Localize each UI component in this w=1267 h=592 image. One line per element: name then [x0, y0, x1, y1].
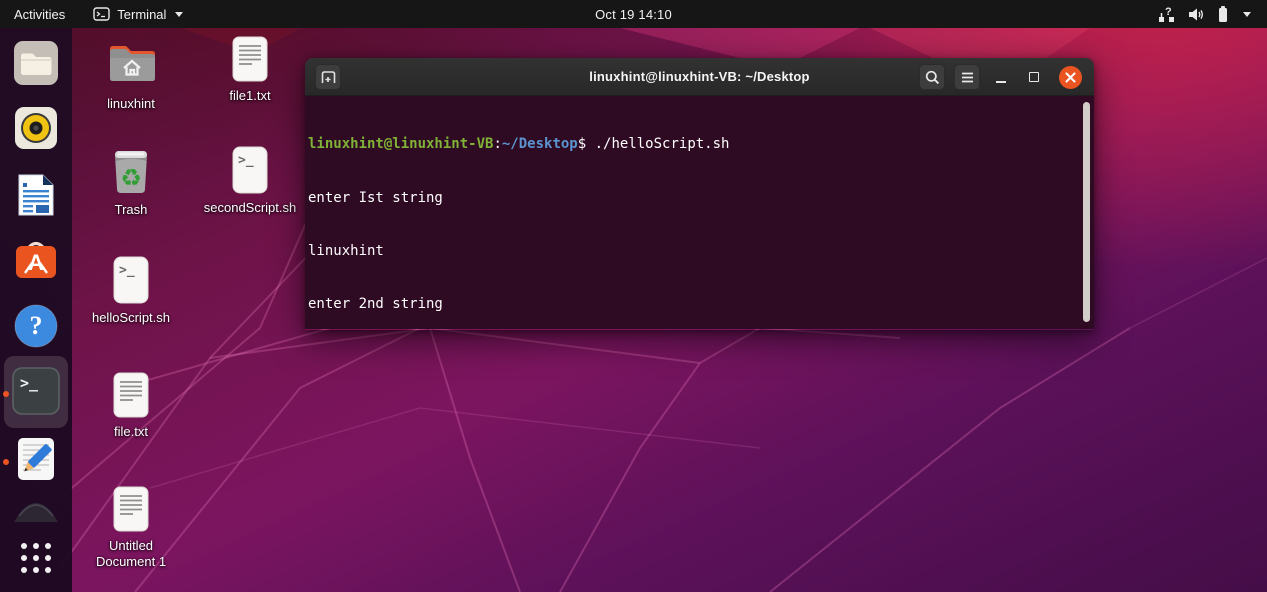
folder-home-icon [76, 36, 186, 92]
menu-button[interactable] [954, 64, 980, 90]
system-tray[interactable]: ? [1151, 0, 1257, 28]
search-icon [925, 70, 940, 85]
shell-script-icon: >_ [195, 144, 305, 196]
ubuntu-software-icon: A [12, 237, 60, 285]
icon-label: Untitled Document 1 [76, 538, 186, 570]
maximize-icon [1029, 72, 1039, 82]
dock-item-libreoffice-writer[interactable] [11, 170, 61, 220]
dock: A ? >_ [0, 28, 72, 592]
terminal-window: linuxhint@linuxhint-VB: ~/Desktop [305, 58, 1094, 330]
svg-text:>_: >_ [119, 263, 135, 278]
dock-item-files[interactable] [11, 38, 61, 88]
dome-app-icon [13, 498, 59, 522]
text-file-icon [76, 370, 186, 420]
close-icon [1065, 72, 1076, 83]
desktop-icon-helloscript-sh[interactable]: >_ helloScript.sh [76, 254, 186, 326]
battery-icon [1217, 5, 1229, 23]
minimize-button[interactable] [989, 64, 1013, 90]
svg-text:>_: >_ [238, 153, 254, 168]
terminal-titlebar[interactable]: linuxhint@linuxhint-VB: ~/Desktop [305, 58, 1094, 96]
desktop-icon-secondscript-sh[interactable]: >_ secondScript.sh [195, 144, 305, 216]
icon-label: secondScript.sh [195, 200, 305, 216]
icon-label: linuxhint [76, 96, 186, 112]
icon-label: helloScript.sh [76, 310, 186, 326]
desktop-icon-linuxhint[interactable]: linuxhint [76, 36, 186, 112]
svg-text:♻: ♻ [120, 164, 142, 192]
new-tab-button[interactable] [315, 64, 341, 90]
terminal-content[interactable]: linuxhint@linuxhint-VB:~/Desktop$ ./hell… [305, 96, 1094, 329]
text-editor-running-dot [3, 459, 9, 465]
terminal-line: enter Ist string [308, 190, 1076, 208]
terminal-running-dot [3, 391, 9, 397]
close-button[interactable] [1059, 66, 1082, 89]
search-button[interactable] [919, 64, 945, 90]
maximize-button[interactable] [1022, 64, 1046, 90]
minimize-icon [996, 81, 1006, 83]
dock-item-ubuntu-software[interactable]: A [11, 236, 61, 286]
svg-text:?: ? [30, 311, 43, 340]
desktop-icon-file-txt[interactable]: file.txt [76, 370, 186, 440]
libreoffice-writer-icon [14, 171, 58, 219]
svg-text:?: ? [1165, 6, 1172, 18]
svg-text:>_: >_ [20, 374, 39, 392]
help-icon: ? [12, 302, 60, 350]
icon-label: file1.txt [195, 88, 305, 104]
icon-label: file.txt [76, 424, 186, 440]
text-file-icon [195, 34, 305, 84]
show-applications-icon [16, 538, 56, 578]
hamburger-menu-icon [961, 72, 974, 83]
text-editor-icon [13, 435, 59, 483]
icon-label: Trash [76, 202, 186, 218]
terminal-line: linuxhint [308, 243, 1076, 261]
dock-item-terminal[interactable]: >_ [11, 366, 61, 416]
network-icon: ? [1157, 6, 1176, 23]
clock[interactable]: Oct 19 14:10 [0, 7, 1267, 22]
terminal-icon: >_ [11, 366, 61, 416]
desktop-icon-file1-txt[interactable]: file1.txt [195, 34, 305, 104]
tab-new-icon [320, 69, 337, 85]
dock-item-help[interactable]: ? [11, 301, 61, 351]
dock-item-text-editor[interactable] [11, 434, 61, 484]
svg-text:A: A [28, 250, 44, 275]
screen: Activities Terminal Oct 19 14:10 [0, 0, 1267, 592]
text-file-icon [76, 484, 186, 534]
trash-icon: ♻ [76, 146, 186, 198]
chevron-down-icon [1243, 12, 1251, 17]
terminal-line: linuxhint@linuxhint-VB:~/Desktop$ ./hell… [308, 136, 1076, 154]
files-icon [12, 39, 60, 87]
dock-item-show-applications[interactable] [11, 533, 61, 583]
volume-icon [1188, 7, 1205, 22]
shell-script-icon: >_ [76, 254, 186, 306]
desktop-icon-untitled-document-1[interactable]: Untitled Document 1 [76, 484, 186, 570]
terminal-line: enter 2nd string [308, 296, 1076, 314]
rhythmbox-icon [12, 104, 60, 152]
dock-item-rhythmbox[interactable] [11, 103, 61, 153]
top-bar: Activities Terminal Oct 19 14:10 [0, 0, 1267, 28]
terminal-output: linuxhint@linuxhint-VB:~/Desktop$ ./hell… [305, 96, 1094, 329]
terminal-scrollbar[interactable] [1083, 102, 1090, 322]
dock-item-dome-app[interactable] [11, 496, 61, 524]
desktop-icon-trash[interactable]: ♻ Trash [76, 146, 186, 218]
